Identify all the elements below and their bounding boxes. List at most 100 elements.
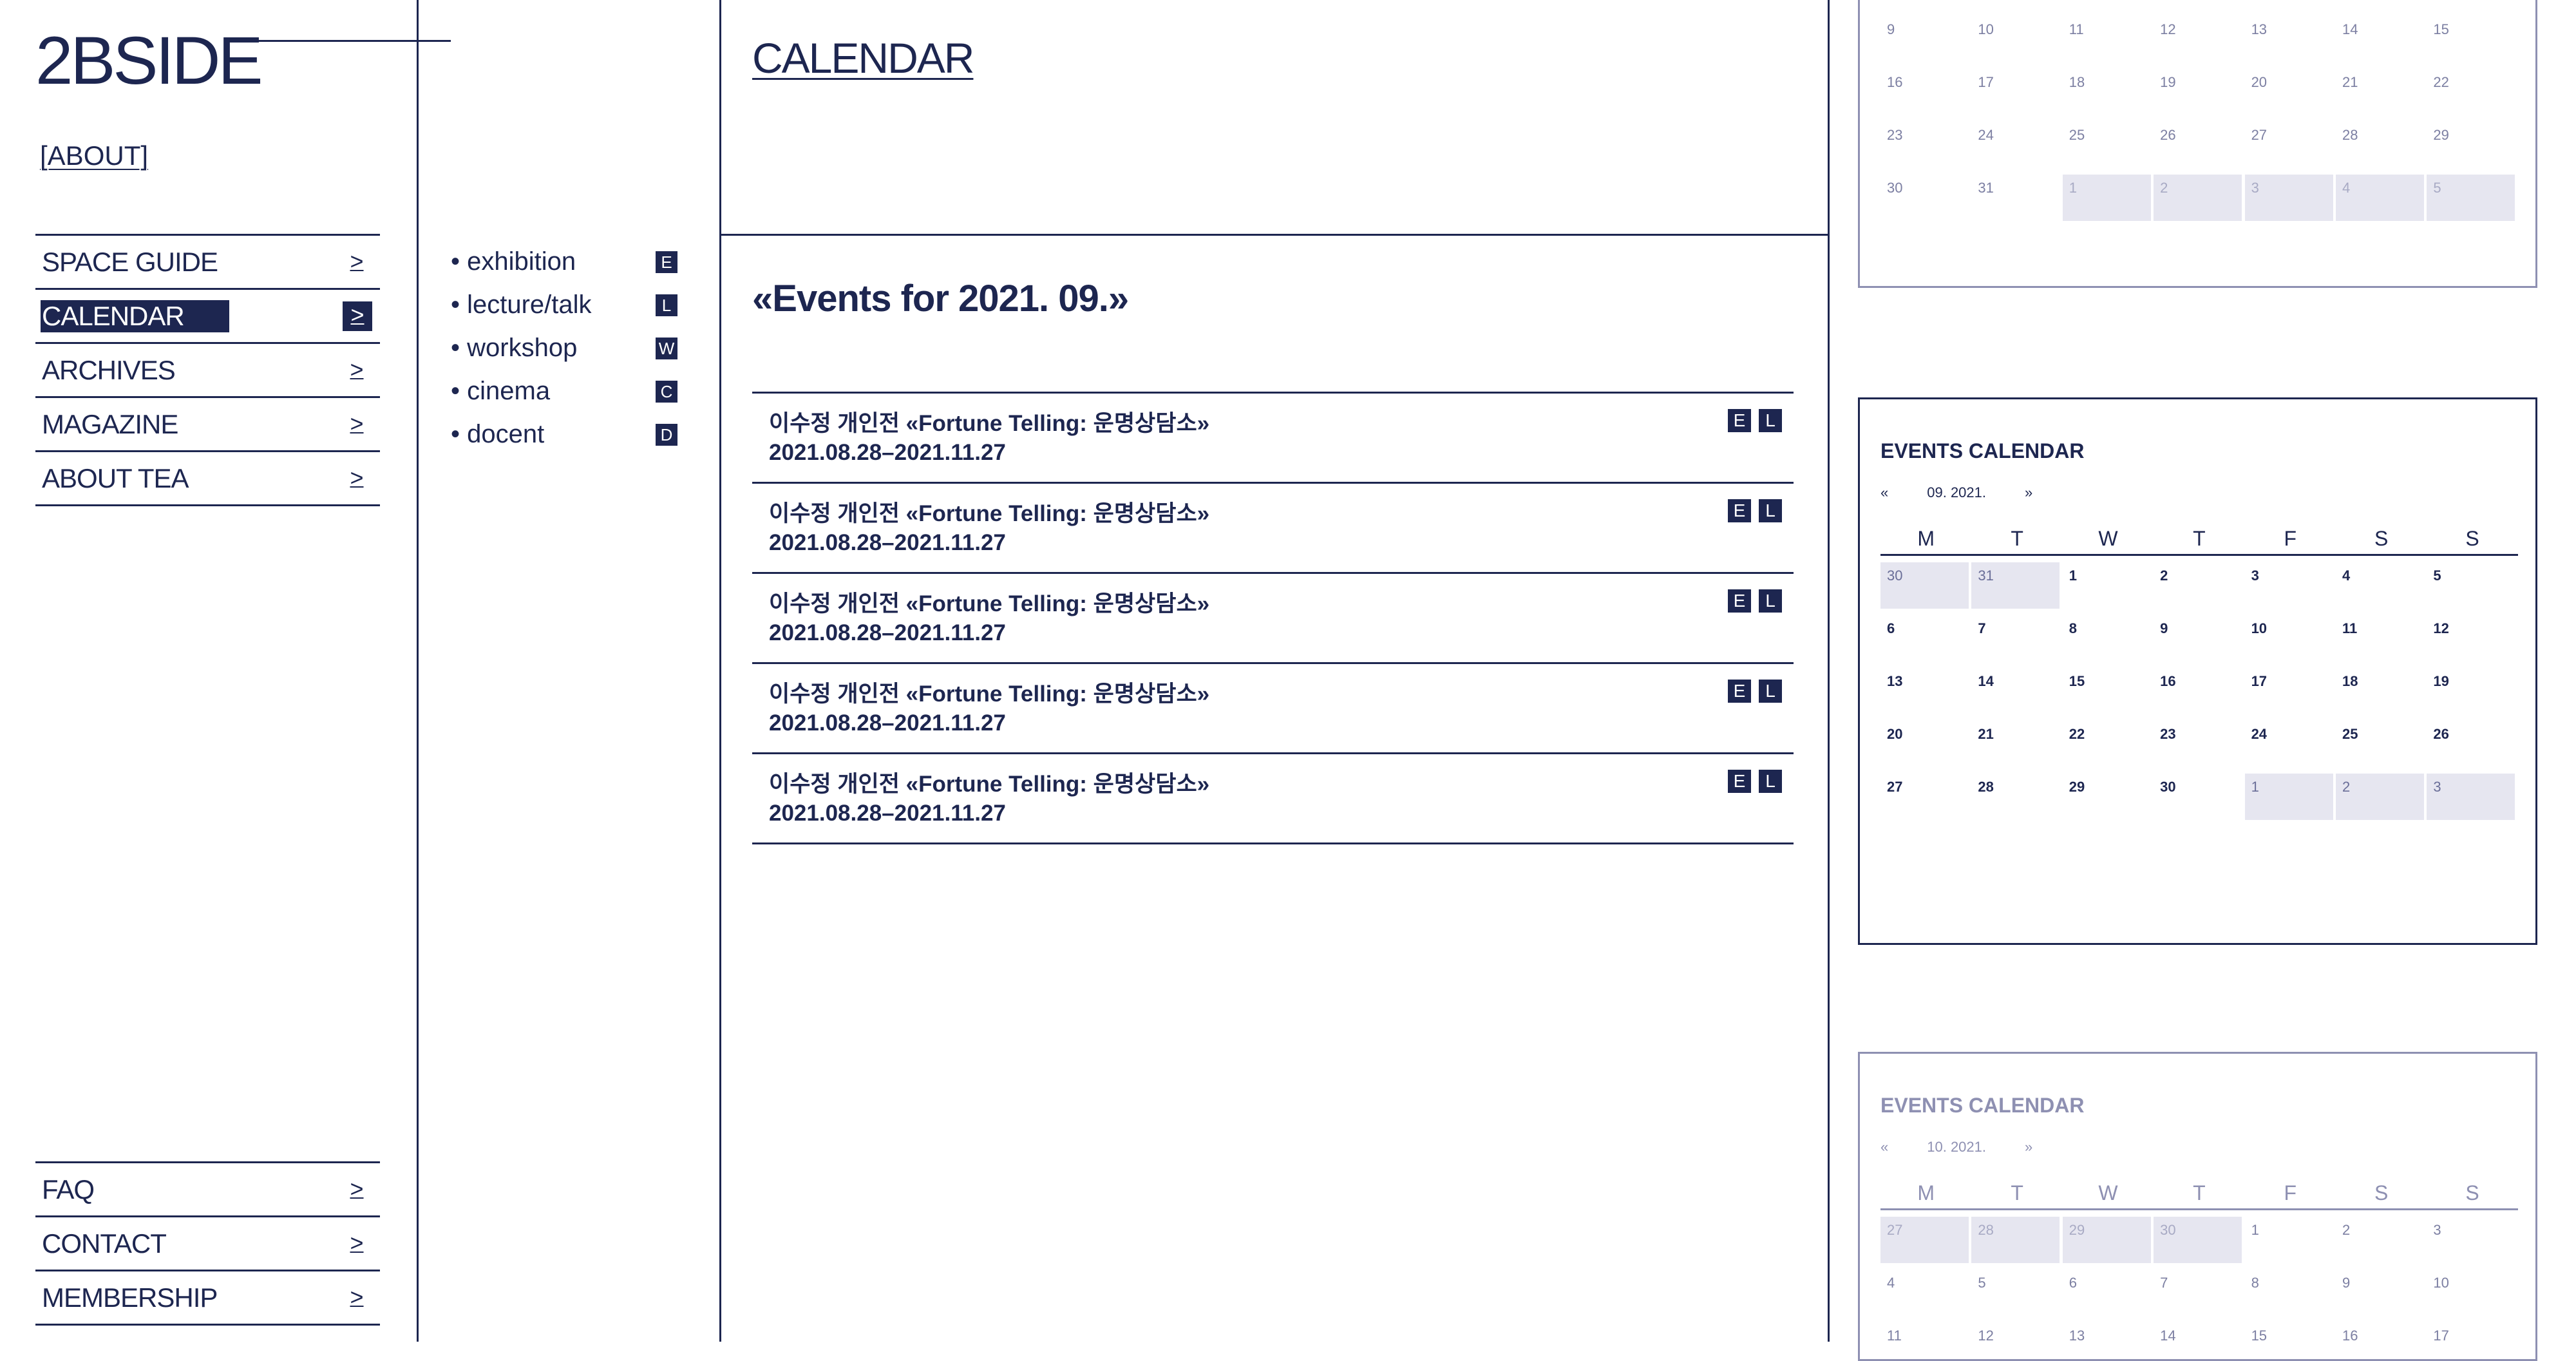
calendar-day[interactable]: 24: [2245, 721, 2333, 767]
calendar-day-other-month[interactable]: 3: [2427, 774, 2515, 820]
category-lecture-talk[interactable]: • lecture/talk L: [451, 287, 683, 330]
calendar-day[interactable]: 19: [2427, 668, 2515, 714]
calendar-day[interactable]: 12: [2154, 16, 2242, 62]
calendar-day[interactable]: 14: [2154, 1322, 2242, 1359]
calendar-day[interactable]: 15: [2427, 16, 2515, 62]
calendar-day[interactable]: 12: [2427, 615, 2515, 661]
nav-item-magazine[interactable]: MAGAZINE >: [35, 396, 380, 450]
calendar-day-other-month[interactable]: 27: [1880, 1217, 1969, 1263]
calendar-day[interactable]: 10: [2427, 1270, 2515, 1316]
nav-item-about-tea[interactable]: ABOUT TEA >: [35, 450, 380, 506]
calendar-day[interactable]: 13: [2063, 1322, 2151, 1359]
calendar-day[interactable]: 9: [1880, 16, 1969, 62]
calendar-day[interactable]: 31: [1971, 175, 2060, 221]
calendar-day[interactable]: 29: [2427, 122, 2515, 168]
calendar-day[interactable]: 1: [2063, 562, 2151, 609]
calendar-day[interactable]: 30: [1880, 175, 1969, 221]
event-list-item[interactable]: 이수정 개인전 «Fortune Telling: 운명상담소» 2021.08…: [752, 484, 1794, 574]
calendar-day[interactable]: 19: [2154, 69, 2242, 115]
calendar-day[interactable]: 2: [2336, 1217, 2424, 1263]
calendar-day-other-month[interactable]: 30: [1880, 562, 1969, 609]
calendar-day[interactable]: 30: [2154, 774, 2242, 820]
calendar-day-other-month[interactable]: 3: [2244, 175, 2333, 221]
calendar-day[interactable]: 11: [2336, 615, 2424, 661]
calendar-day[interactable]: 6: [1880, 615, 1969, 661]
calendar-day[interactable]: 24: [1971, 122, 2060, 168]
calendar-day[interactable]: 4: [1880, 1270, 1969, 1316]
calendar-day[interactable]: 21: [1971, 721, 2060, 767]
nav-item-archives[interactable]: ARCHIVES >: [35, 342, 380, 396]
calendar-day[interactable]: 17: [2427, 1322, 2515, 1359]
nav-item-faq[interactable]: FAQ >: [35, 1161, 380, 1215]
calendar-day[interactable]: 11: [2063, 16, 2151, 62]
calendar-day[interactable]: 7: [2154, 1270, 2242, 1316]
calendar-day[interactable]: 23: [2154, 721, 2242, 767]
calendar-day[interactable]: 3: [2245, 562, 2333, 609]
calendar-day-other-month[interactable]: 29: [2062, 1217, 2151, 1263]
calendar-day[interactable]: 14: [1971, 668, 2060, 714]
category-docent[interactable]: • docent D: [451, 416, 683, 459]
calendar-day-other-month[interactable]: 2: [2154, 175, 2242, 221]
calendar-day[interactable]: 28: [2336, 122, 2424, 168]
calendar-day[interactable]: 17: [1971, 69, 2060, 115]
nav-item-calendar[interactable]: CALENDAR >: [35, 288, 380, 342]
calendar-day[interactable]: 22: [2427, 69, 2515, 115]
calendar-day[interactable]: 14: [2336, 16, 2424, 62]
calendar-day-other-month[interactable]: 4: [2335, 175, 2424, 221]
calendar-day[interactable]: 16: [2154, 668, 2242, 714]
calendar-day[interactable]: 17: [2245, 668, 2333, 714]
calendar-day[interactable]: 15: [2245, 1322, 2333, 1359]
calendar-day[interactable]: 18: [2063, 69, 2151, 115]
calendar-day[interactable]: 8: [2063, 615, 2151, 661]
calendar-day[interactable]: 10: [1971, 16, 2060, 62]
event-list-item[interactable]: 이수정 개인전 «Fortune Telling: 운명상담소» 2021.08…: [752, 754, 1794, 844]
calendar-day[interactable]: 15: [2063, 668, 2151, 714]
calendar-day[interactable]: 23: [1880, 122, 1969, 168]
calendar-day[interactable]: 21: [2336, 69, 2424, 115]
calendar-day[interactable]: 12: [1971, 1322, 2060, 1359]
calendar-day[interactable]: 29: [2063, 774, 2151, 820]
calendar-day[interactable]: 25: [2336, 721, 2424, 767]
calendar-day[interactable]: 13: [2245, 16, 2333, 62]
prev-month-button[interactable]: «: [1880, 484, 1888, 501]
calendar-day[interactable]: 10: [2245, 615, 2333, 661]
calendar-day[interactable]: 22: [2063, 721, 2151, 767]
event-list-item[interactable]: 이수정 개인전 «Fortune Telling: 운명상담소» 2021.08…: [752, 394, 1794, 484]
category-exhibition[interactable]: • exhibition E: [451, 243, 683, 287]
calendar-day[interactable]: 9: [2336, 1270, 2424, 1316]
calendar-day[interactable]: 2: [2154, 562, 2242, 609]
calendar-day[interactable]: 6: [2063, 1270, 2151, 1316]
calendar-day-other-month[interactable]: 30: [2154, 1217, 2242, 1263]
calendar-day[interactable]: 27: [2245, 122, 2333, 168]
calendar-day[interactable]: 16: [1880, 69, 1969, 115]
calendar-day[interactable]: 11: [1880, 1322, 1969, 1359]
calendar-day[interactable]: 25: [2063, 122, 2151, 168]
calendar-day[interactable]: 27: [1880, 774, 1969, 820]
calendar-day-other-month[interactable]: 5: [2427, 175, 2515, 221]
calendar-day[interactable]: 5: [2427, 562, 2515, 609]
nav-item-membership[interactable]: MEMBERSHIP >: [35, 1270, 380, 1326]
calendar-day[interactable]: 7: [1971, 615, 2060, 661]
next-month-button[interactable]: »: [2025, 484, 2032, 501]
calendar-day[interactable]: 8: [2245, 1270, 2333, 1316]
nav-item-space-guide[interactable]: SPACE GUIDE >: [35, 234, 380, 288]
event-list-item[interactable]: 이수정 개인전 «Fortune Telling: 운명상담소» 2021.08…: [752, 574, 1794, 664]
next-month-button[interactable]: »: [2025, 1139, 2032, 1156]
calendar-day[interactable]: 20: [1880, 721, 1969, 767]
nav-item-contact[interactable]: CONTACT >: [35, 1215, 380, 1270]
about-link[interactable]: [ABOUT]: [40, 140, 148, 171]
site-logo[interactable]: 2BSIDE: [35, 27, 263, 95]
category-workshop[interactable]: • workshop W: [451, 330, 683, 373]
calendar-day[interactable]: 28: [1971, 774, 2060, 820]
calendar-day[interactable]: 16: [2336, 1322, 2424, 1359]
calendar-day-other-month[interactable]: 1: [2244, 774, 2333, 820]
calendar-day-other-month[interactable]: 31: [1971, 562, 2060, 609]
calendar-day-other-month[interactable]: 28: [1971, 1217, 2060, 1263]
calendar-day-other-month[interactable]: 1: [2062, 175, 2151, 221]
event-list-item[interactable]: 이수정 개인전 «Fortune Telling: 운명상담소» 2021.08…: [752, 664, 1794, 754]
calendar-day[interactable]: 4: [2336, 562, 2424, 609]
calendar-day[interactable]: 18: [2336, 668, 2424, 714]
category-cinema[interactable]: • cinema C: [451, 373, 683, 416]
calendar-day[interactable]: 26: [2154, 122, 2242, 168]
calendar-day[interactable]: 3: [2427, 1217, 2515, 1263]
